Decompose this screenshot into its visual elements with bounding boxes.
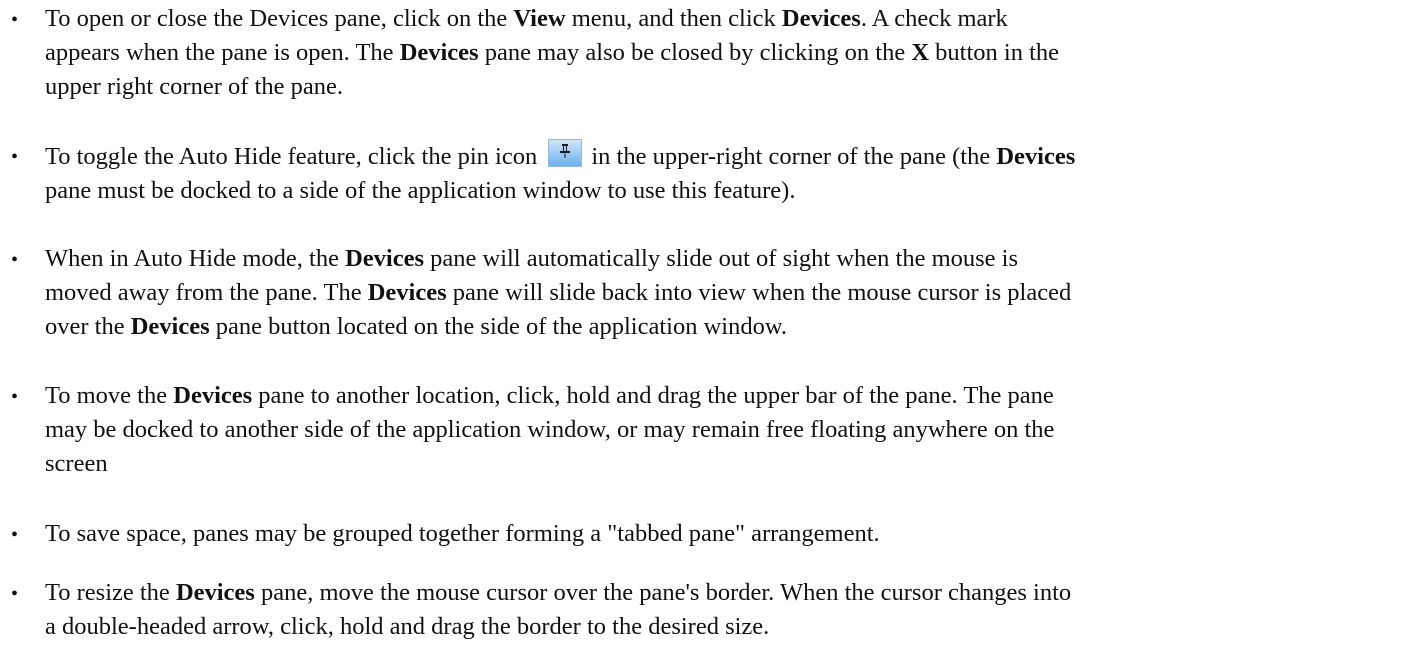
bullet-dot: • bbox=[11, 386, 19, 408]
bold-term: View bbox=[513, 5, 566, 32]
text-segment: To resize the bbox=[45, 579, 176, 606]
text-segment: pane will automatically slide out of sig… bbox=[424, 245, 1019, 272]
text-line: pane must be docked to a side of the app… bbox=[45, 174, 1400, 208]
bold-term: Devices bbox=[781, 5, 861, 32]
text-segment: menu, and then click bbox=[565, 5, 782, 32]
text-line: To move the Devices pane to another loca… bbox=[45, 379, 1400, 413]
bullet-text: To save space, panes may be grouped toge… bbox=[45, 517, 1400, 551]
text-segment: pane to another location, click, hold an… bbox=[252, 382, 1054, 409]
text-segment: in the upper-right corner of the pane (t… bbox=[591, 143, 997, 170]
bullet-dot: • bbox=[11, 249, 19, 271]
text-line: a double-headed arrow, click, hold and d… bbox=[45, 610, 1400, 644]
text-segment: To toggle the Auto Hide feature, click t… bbox=[45, 143, 544, 170]
text-segment: moved away from the pane. The bbox=[45, 279, 368, 306]
text-segment: When in Auto Hide mode, the bbox=[45, 245, 346, 272]
text-segment: pane, move the mouse cursor over the pan… bbox=[254, 579, 1072, 606]
text-line: When in Auto Hide mode, the Devices pane… bbox=[45, 242, 1400, 276]
bold-term: Devices bbox=[130, 313, 210, 340]
bold-term: X bbox=[911, 39, 930, 66]
text-segment: . A check mark bbox=[860, 5, 1008, 32]
text-line: To save space, panes may be grouped toge… bbox=[45, 517, 1400, 551]
bullet-dot: • bbox=[11, 583, 19, 605]
text-segment: button in the bbox=[929, 39, 1060, 66]
text-line: To toggle the Auto Hide feature, click t… bbox=[45, 139, 1400, 174]
text-segment: pane button located on the side of the a… bbox=[209, 313, 788, 340]
bullet-text: To resize the Devices pane, move the mou… bbox=[45, 576, 1400, 644]
bullet-dot: • bbox=[11, 146, 19, 168]
text-segment: pane may also be closed by clicking on t… bbox=[478, 39, 912, 66]
bullet-text: To toggle the Auto Hide feature, click t… bbox=[45, 139, 1400, 208]
text-segment: upper right corner of the pane. bbox=[45, 73, 343, 100]
bold-term: Devices bbox=[175, 579, 255, 606]
bullet-text: To open or close the Devices pane, click… bbox=[45, 2, 1400, 104]
text-segment: a double-headed arrow, click, hold and d… bbox=[45, 613, 770, 640]
bold-term: Devices bbox=[996, 143, 1076, 170]
text-segment: over the bbox=[45, 313, 131, 340]
text-line: may be docked to another side of the app… bbox=[45, 413, 1400, 447]
text-line: appears when the pane is open. The Devic… bbox=[45, 36, 1400, 70]
bold-term: Devices bbox=[345, 245, 424, 272]
text-segment: may be docked to another side of the app… bbox=[45, 416, 1055, 443]
text-segment: pane must be docked to a side of the app… bbox=[45, 177, 796, 204]
text-segment: To save space, panes may be grouped toge… bbox=[45, 520, 880, 547]
bullet-text: When in Auto Hide mode, the Devices pane… bbox=[45, 242, 1400, 344]
text-segment: pane will slide back into view when the … bbox=[446, 279, 1072, 306]
text-line: To open or close the Devices pane, click… bbox=[45, 2, 1400, 36]
bullet-text: To move the Devices pane to another loca… bbox=[45, 379, 1400, 481]
text-line: moved away from the pane. The Devices pa… bbox=[45, 276, 1400, 310]
bullet-dot: • bbox=[11, 524, 19, 546]
bold-term: Devices bbox=[399, 39, 479, 66]
bullet-dot: • bbox=[11, 9, 19, 31]
text-line: over the Devices pane button located on … bbox=[45, 310, 1400, 344]
text-segment: To open or close the Devices pane, click… bbox=[45, 5, 514, 32]
text-segment: screen bbox=[45, 450, 108, 477]
text-line: screen bbox=[45, 447, 1400, 481]
text-segment: To move the bbox=[45, 382, 174, 409]
bold-term: Devices bbox=[367, 279, 447, 306]
pin-icon bbox=[548, 139, 583, 167]
text-segment: appears when the pane is open. The bbox=[45, 39, 400, 66]
bold-term: Devices bbox=[173, 382, 253, 409]
text-line: To resize the Devices pane, move the mou… bbox=[45, 576, 1400, 610]
text-line: upper right corner of the pane. bbox=[45, 70, 1400, 104]
